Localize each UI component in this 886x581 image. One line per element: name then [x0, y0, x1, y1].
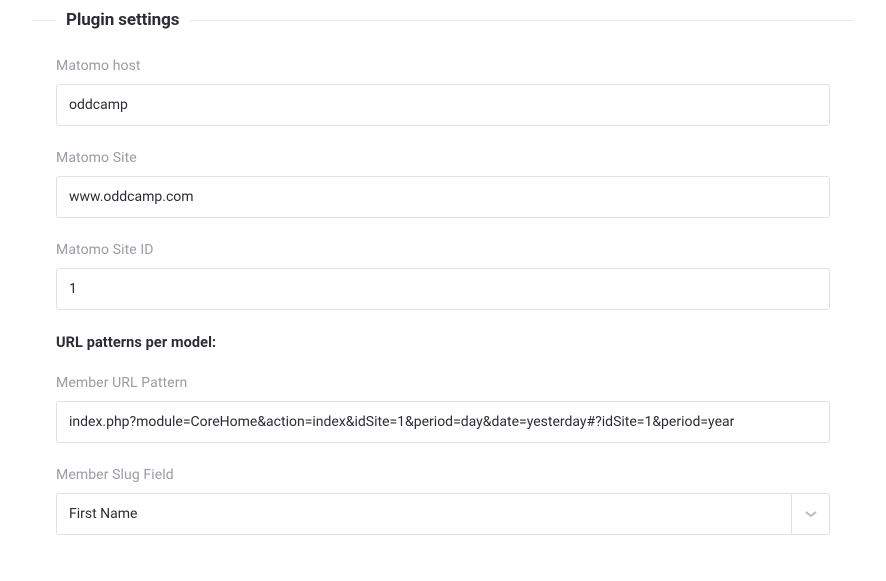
chevron-down-icon	[805, 508, 817, 520]
field-matomo-host: Matomo host	[56, 58, 830, 126]
field-member-url-pattern: Member URL Pattern	[56, 375, 830, 443]
label-member-url-pattern: Member URL Pattern	[56, 375, 830, 391]
label-matomo-host: Matomo host	[56, 58, 830, 74]
select-member-slug[interactable]: First Name	[56, 493, 830, 535]
select-member-slug-toggle[interactable]	[791, 494, 829, 534]
field-matomo-site: Matomo Site	[56, 150, 830, 218]
label-matomo-site-id: Matomo Site ID	[56, 242, 830, 258]
label-matomo-site: Matomo Site	[56, 150, 830, 166]
input-matomo-site[interactable]	[56, 176, 830, 218]
fieldset-legend: Plugin settings	[56, 10, 189, 30]
select-member-slug-value[interactable]: First Name	[57, 494, 791, 534]
fieldset-legend-row: Plugin settings	[32, 10, 854, 30]
field-member-slug: Member Slug Field First Name	[56, 467, 830, 535]
label-member-slug: Member Slug Field	[56, 467, 830, 483]
plugin-settings-fieldset: Plugin settings Matomo host Matomo Site …	[32, 10, 854, 535]
form-content: Matomo host Matomo Site Matomo Site ID U…	[32, 58, 854, 535]
field-matomo-site-id: Matomo Site ID	[56, 242, 830, 310]
input-member-url-pattern[interactable]	[56, 401, 830, 443]
input-matomo-site-id[interactable]	[56, 268, 830, 310]
input-matomo-host[interactable]	[56, 84, 830, 126]
url-patterns-heading: URL patterns per model:	[56, 334, 830, 351]
